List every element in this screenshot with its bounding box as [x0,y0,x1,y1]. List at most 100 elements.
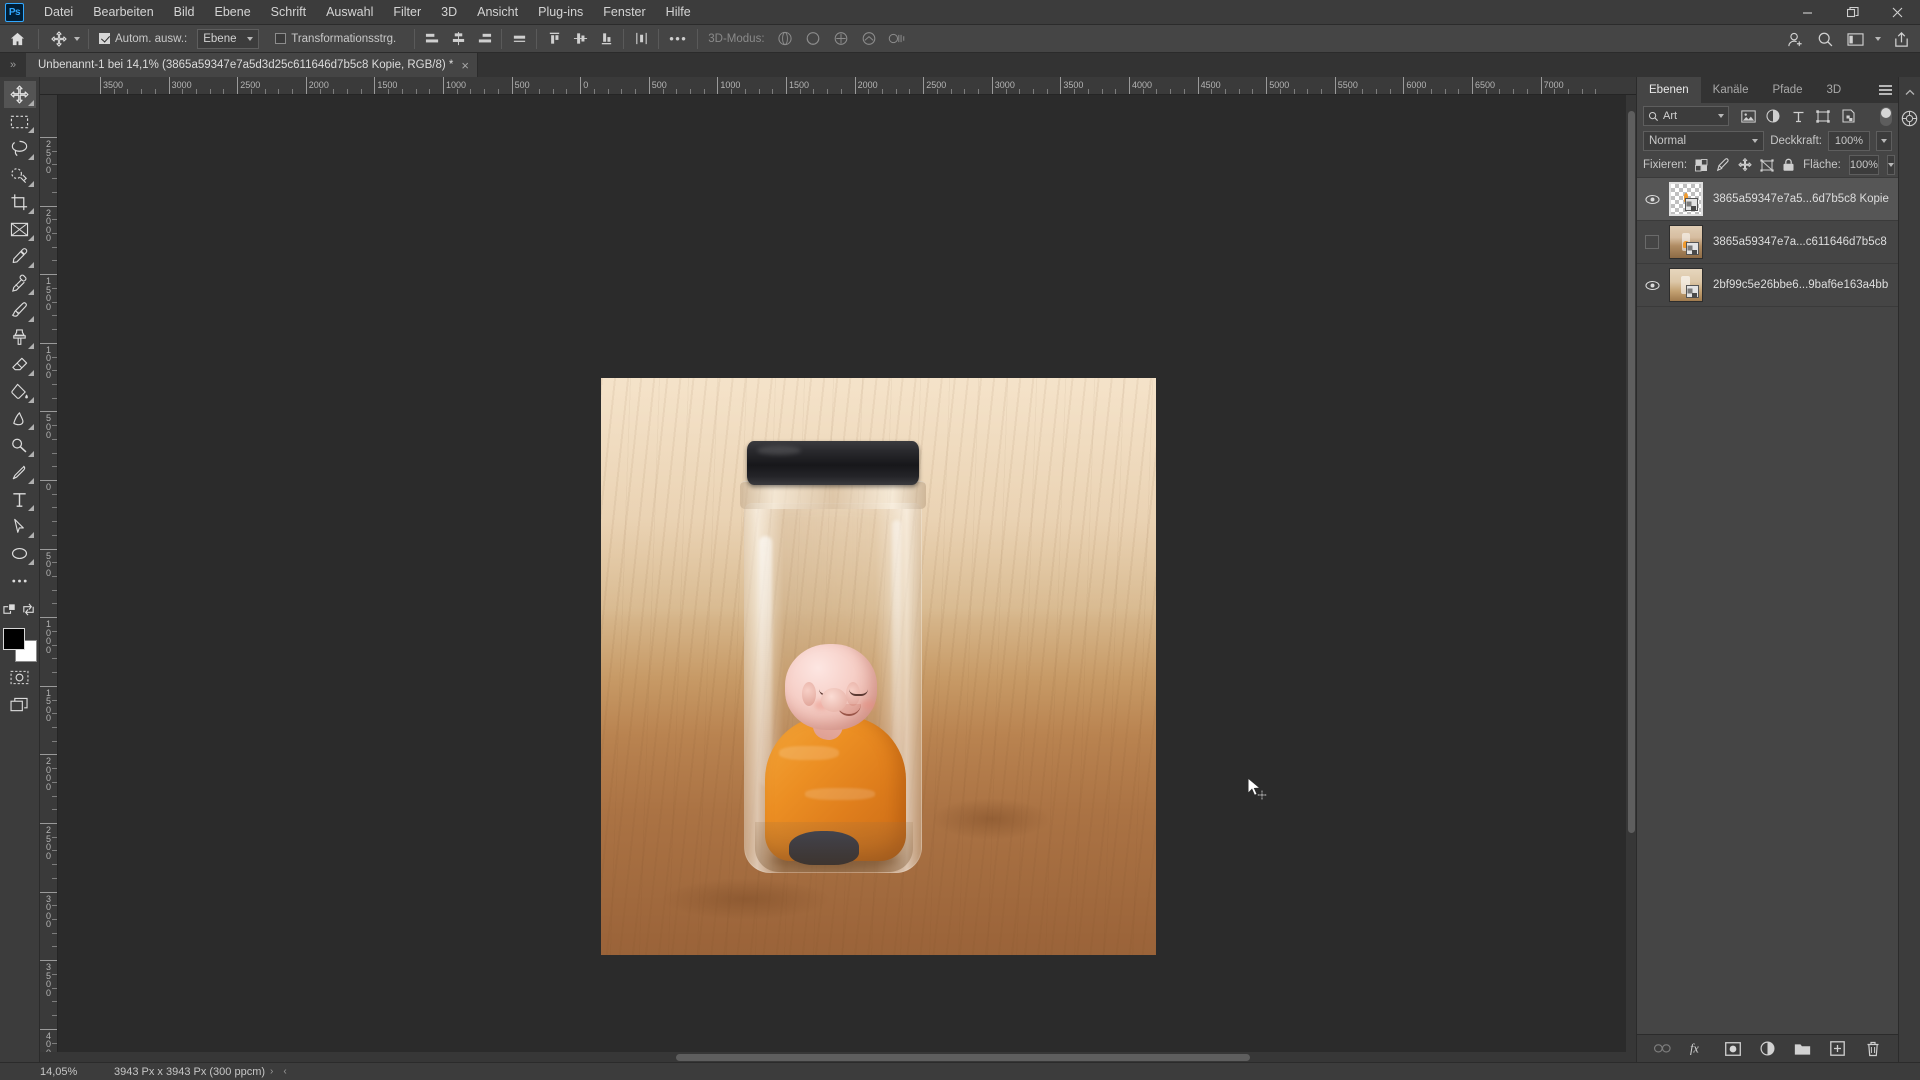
sidebar-item-object-selection-tool[interactable] [4,162,36,189]
lock-image-pixels-icon[interactable] [1716,157,1730,173]
sidebar-item-dodge-tool[interactable] [4,432,36,459]
sidebar-item-pen-tool[interactable] [4,459,36,486]
lock-position-icon[interactable] [1738,157,1752,173]
export-icon[interactable] [1886,27,1916,51]
sidebar-item-brush-tool[interactable] [4,297,36,324]
filter-adjustment-icon[interactable] [1764,107,1782,125]
slide-3d-icon[interactable] [855,28,883,50]
minimize-icon[interactable] [1785,0,1830,25]
color-wheel-icon[interactable] [1900,107,1920,129]
layer-style-fx-icon[interactable]: fx [1689,1040,1707,1058]
sidebar-item-crop-tool[interactable] [4,189,36,216]
align-vertical-centers-icon[interactable] [567,28,593,50]
menu-ansicht[interactable]: Ansicht [467,1,528,23]
canvas-vertical-scrollbar[interactable] [1626,95,1636,1052]
layer-visibility-toggle[interactable] [1639,194,1665,205]
align-left-edges-icon[interactable] [419,28,445,50]
status-next-arrow-icon[interactable]: › [265,1066,278,1077]
menu-3d[interactable]: 3D [431,1,467,23]
align-top-edges-icon[interactable] [541,28,567,50]
scale-3d-icon[interactable] [883,28,911,50]
table-row[interactable]: 2bf99c5e26bbe6...9baf6e163a4bb [1637,264,1898,307]
canvas-vertical-scrollbar-thumb[interactable] [1627,111,1635,833]
home-icon[interactable] [0,32,34,46]
fill-slider-caret-icon[interactable] [1886,155,1895,175]
color-swatches[interactable] [2,628,37,662]
menu-ebene[interactable]: Ebene [205,1,261,23]
layer-thumbnail[interactable] [1669,225,1703,259]
document-tab[interactable]: Unbenannt-1 bei 14,1% (3865a59347e7a5d3d… [26,53,478,77]
sidebar-item-path-selection-tool[interactable] [4,513,36,540]
restore-icon[interactable] [1830,0,1875,25]
horizontal-ruler[interactable]: 3500 3000 2500 2000 1500 1000 500 0 500 1000 1500 2… [40,77,1636,95]
quick-mask-icon[interactable] [4,664,36,691]
canvas-viewport[interactable] [58,95,1636,1052]
menu-hilfe[interactable]: Hilfe [656,1,701,23]
document-dimensions[interactable]: 3943 Px x 3943 Px (300 ppcm) [108,1066,265,1078]
sidebar-item-marquee-tool[interactable] [4,108,36,135]
sidebar-item-shape-tool[interactable] [4,540,36,567]
zoom-level[interactable]: 14,05% [0,1066,108,1078]
sidebar-item-clone-stamp-tool[interactable] [4,324,36,351]
sidebar-item-spot-healing-tool[interactable] [4,270,36,297]
status-prev-arrow-icon[interactable]: ‹ [278,1066,291,1077]
table-row[interactable]: 3865a59347e7a...c611646d7b5c8 [1637,221,1898,264]
distribute-icon[interactable] [628,28,654,50]
layer-name[interactable]: 3865a59347e7a...c611646d7b5c8 [1707,236,1887,248]
auto-select-checkbox[interactable]: Autom. ausw.: [93,33,193,45]
sidebar-item-paint-bucket-tool[interactable] [4,378,36,405]
menu-filter[interactable]: Filter [383,1,431,23]
menu-fenster[interactable]: Fenster [593,1,655,23]
layer-thumbnail-wrap[interactable] [1665,268,1707,302]
close-icon[interactable] [1875,0,1920,25]
link-layers-icon[interactable] [1654,1040,1672,1058]
auto-select-checkbox-box[interactable] [99,33,110,44]
layer-kind-filter-dropdown[interactable]: Art [1643,106,1729,126]
align-bottom-edges-icon[interactable] [506,28,532,50]
filter-type-icon[interactable] [1789,107,1807,125]
fill-input[interactable]: 100% [1848,155,1879,175]
menu-bild[interactable]: Bild [164,1,205,23]
tool-preset-caret-icon[interactable] [74,36,80,41]
auto-select-scope-dropdown[interactable]: Ebene [197,28,260,49]
sidebar-item-eyedropper-tool[interactable] [4,243,36,270]
lock-artboard-nesting-icon[interactable] [1760,157,1774,173]
sidebar-item-move-tool[interactable] [3,81,36,108]
filter-enable-toggle[interactable] [1880,106,1892,126]
menu-auswahl[interactable]: Auswahl [316,1,383,23]
canvas-horizontal-scrollbar[interactable] [40,1052,1636,1062]
collapse-chevron-icon[interactable] [1900,82,1920,104]
more-options-button[interactable]: ••• [663,28,693,50]
collapse-panels-icon[interactable]: » [0,53,26,77]
sidebar-item-eraser-tool[interactable] [4,351,36,378]
current-tool-button[interactable] [43,28,84,50]
layer-name[interactable]: 2bf99c5e26bbe6...9baf6e163a4bb [1707,279,1888,291]
new-layer-icon[interactable] [1829,1040,1847,1058]
opacity-slider-caret-icon[interactable] [1876,131,1892,151]
add-layer-mask-icon[interactable] [1724,1040,1742,1058]
layer-thumbnail-wrap[interactable] [1665,225,1707,259]
foreground-color-swatch[interactable] [2,628,25,650]
blend-mode-dropdown[interactable]: Normal [1643,131,1765,151]
layer-name[interactable]: 3865a59347e7a5...6d7b5c8 Kopie [1707,193,1889,205]
tab-kanaele[interactable]: Kanäle [1701,77,1761,103]
search-icon[interactable] [1810,27,1840,51]
workspace-caret-icon[interactable] [1870,27,1886,51]
menu-bearbeiten[interactable]: Bearbeiten [83,1,163,23]
pan-3d-icon[interactable] [827,28,855,50]
sidebar-item-more-tools[interactable] [4,567,36,594]
screen-mode-icon[interactable] [4,691,36,718]
vertical-ruler[interactable]: 2500 2000 1500 1000 500 0 500 1000 1500 2000 2500 3… [40,95,58,1052]
panel-menu-icon[interactable] [1879,77,1892,103]
filter-shape-icon[interactable] [1814,107,1832,125]
table-row[interactable]: 3865a59347e7a5...6d7b5c8 Kopie [1637,178,1898,221]
transform-controls-checkbox[interactable]: Transformationsstrg. [269,33,402,45]
delete-layer-icon[interactable] [1864,1040,1882,1058]
artboard-image[interactable] [601,378,1156,955]
layer-thumbnail-wrap[interactable] [1665,182,1707,216]
tab-3d[interactable]: 3D [1815,77,1854,103]
canvas-horizontal-scrollbar-thumb[interactable] [676,1053,1250,1061]
align-right-edges-icon[interactable] [471,28,497,50]
close-icon[interactable]: × [461,59,469,72]
edit-toolbar-icon[interactable] [2,596,19,623]
